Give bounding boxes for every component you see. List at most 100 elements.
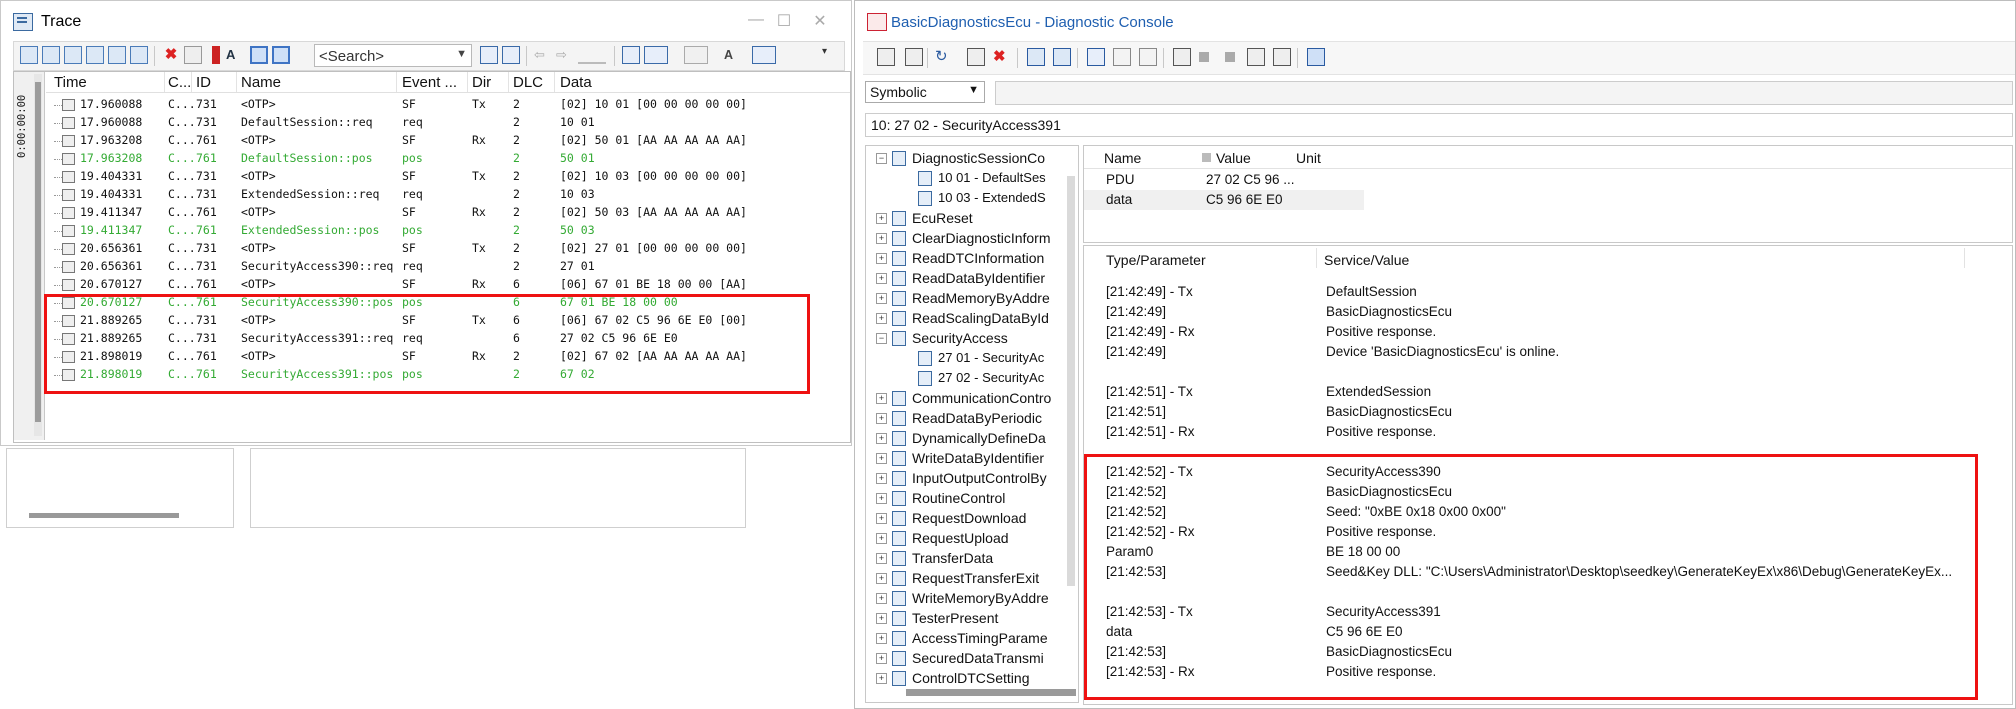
column-divider[interactable] bbox=[1964, 248, 1965, 268]
overflow-icon[interactable]: ▾ bbox=[822, 46, 840, 64]
col-event[interactable]: Event ... bbox=[402, 74, 457, 91]
param-col-unit[interactable]: Unit bbox=[1296, 150, 1321, 166]
document-sign-icon[interactable] bbox=[1139, 48, 1157, 66]
document-edit-icon[interactable] bbox=[1113, 48, 1131, 66]
find-next-icon[interactable] bbox=[502, 46, 520, 64]
col-data[interactable]: Data bbox=[560, 74, 592, 91]
marker-icon[interactable] bbox=[578, 46, 606, 64]
funnel-icon[interactable] bbox=[86, 46, 104, 64]
report-icon[interactable] bbox=[877, 48, 895, 66]
service-filter-field[interactable] bbox=[995, 81, 2013, 105]
expand-icon[interactable]: + bbox=[876, 433, 887, 444]
search-input[interactable]: <Search> ▼ bbox=[314, 44, 472, 67]
col-time[interactable]: Time bbox=[54, 74, 87, 91]
column-divider[interactable] bbox=[396, 72, 397, 92]
close-icon[interactable]: ✕ bbox=[809, 11, 831, 31]
expand-icon[interactable]: + bbox=[876, 413, 887, 424]
expand-icon[interactable]: + bbox=[876, 513, 887, 524]
column-divider[interactable] bbox=[467, 72, 468, 92]
folder-icon[interactable] bbox=[1307, 48, 1325, 66]
param-col-name[interactable]: Name bbox=[1104, 150, 1141, 166]
document-icon[interactable] bbox=[1087, 48, 1105, 66]
table-row[interactable]: 20.656361 C... 731 <OTP> SF Tx 2 [02] 27 01 [00… bbox=[46, 240, 850, 258]
refresh-icon[interactable]: ↻ bbox=[935, 48, 953, 66]
table-row[interactable]: 20.670127 C... 761 <OTP> SF Rx 6 [06] 67 01 BE … bbox=[46, 276, 850, 294]
clear-icon[interactable] bbox=[184, 46, 202, 64]
collapse-icon[interactable]: − bbox=[876, 153, 887, 164]
table-row[interactable]: 19.404331 C... 731 ExtendedSession::req req 2… bbox=[46, 186, 850, 204]
expand-icon[interactable]: + bbox=[876, 493, 887, 504]
table-row[interactable]: 17.960088 C... 731 <OTP> SF Tx 2 [02] 10 01 [00… bbox=[46, 96, 850, 114]
col-channel[interactable]: C... bbox=[168, 74, 191, 91]
expand-icon[interactable]: + bbox=[876, 473, 887, 484]
expand-icon[interactable]: + bbox=[876, 673, 887, 684]
toggle-detail-icon[interactable] bbox=[272, 46, 290, 64]
column-divider[interactable] bbox=[191, 72, 192, 92]
expand-icon[interactable]: + bbox=[876, 593, 887, 604]
minimize-icon[interactable]: — bbox=[745, 11, 767, 29]
expand-icon[interactable]: + bbox=[876, 393, 887, 404]
copy-icon[interactable] bbox=[622, 46, 640, 64]
mode-select[interactable]: Symbolic ▼ bbox=[865, 81, 985, 103]
expand-icon[interactable]: + bbox=[876, 293, 887, 304]
col-name[interactable]: Name bbox=[241, 74, 281, 91]
layout-icon[interactable] bbox=[644, 46, 668, 64]
chevron-down-icon[interactable]: ▼ bbox=[456, 48, 467, 60]
window-icon[interactable] bbox=[752, 46, 776, 64]
tree-horizontal-scrollbar[interactable] bbox=[906, 689, 1076, 696]
column-divider[interactable] bbox=[554, 72, 555, 92]
binoculars-icon[interactable] bbox=[130, 46, 148, 64]
expand-icon[interactable]: + bbox=[876, 573, 887, 584]
save-icon[interactable] bbox=[1027, 48, 1045, 66]
table-row[interactable]: 19.411347 C... 761 <OTP> SF Rx 2 [02] 50 03 [AA… bbox=[46, 204, 850, 222]
table-row[interactable]: 17.960088 C... 731 DefaultSession::req req 2 1… bbox=[46, 114, 850, 132]
time-mode-icon[interactable]: A bbox=[226, 46, 244, 64]
table-row[interactable]: 17.963208 C... 761 <OTP> SF Rx 2 [02] 50 01 [AA… bbox=[46, 132, 850, 150]
arrow-left-icon[interactable]: ⇦ bbox=[534, 46, 552, 64]
maximize-icon[interactable]: ☐ bbox=[773, 11, 795, 31]
expand-icon[interactable]: + bbox=[876, 253, 887, 264]
stop-icon[interactable] bbox=[1199, 52, 1209, 62]
font-size-icon[interactable]: A bbox=[724, 46, 742, 64]
col-id[interactable]: ID bbox=[196, 74, 211, 91]
table-row[interactable]: 17.963208 C... 761 DefaultSession::pos pos 2 5… bbox=[46, 150, 850, 168]
expand-icon[interactable]: + bbox=[876, 273, 887, 284]
delete-icon[interactable]: ✖ bbox=[993, 48, 1011, 66]
expand-icon[interactable]: + bbox=[876, 213, 887, 224]
camera-icon[interactable] bbox=[905, 48, 923, 66]
binoculars-icon[interactable] bbox=[1053, 48, 1071, 66]
column-divider[interactable] bbox=[236, 72, 237, 92]
filter-clear-icon[interactable] bbox=[64, 46, 82, 64]
column-divider[interactable] bbox=[1316, 248, 1317, 268]
table-row[interactable]: 19.404331 C... 731 <OTP> SF Tx 2 [02] 10 03 [00… bbox=[46, 168, 850, 186]
arrow-right-icon[interactable]: ⇨ bbox=[556, 46, 574, 64]
expand-icon[interactable]: + bbox=[876, 453, 887, 464]
card-x-icon[interactable] bbox=[1273, 48, 1291, 66]
expand-icon[interactable]: + bbox=[876, 553, 887, 564]
column-divider[interactable] bbox=[508, 72, 509, 92]
card-icon[interactable] bbox=[1247, 48, 1265, 66]
table-row[interactable]: 20.656361 C... 731 SecurityAccess390::req re… bbox=[46, 258, 850, 276]
col-dir[interactable]: Dir bbox=[472, 74, 491, 91]
delete-icon[interactable]: ✖ bbox=[162, 46, 180, 64]
execute-icon[interactable] bbox=[967, 48, 985, 66]
collapse-icon[interactable]: − bbox=[876, 333, 887, 344]
find-prev-icon[interactable] bbox=[480, 46, 498, 64]
trace-vertical-scrollbar[interactable] bbox=[34, 74, 42, 436]
request-path-field[interactable]: 10: 27 02 - SecurityAccess391 bbox=[865, 113, 2013, 137]
horizontal-scrollbar[interactable] bbox=[29, 513, 179, 518]
filter-icon[interactable] bbox=[20, 46, 38, 64]
disconnect-icon[interactable] bbox=[1225, 52, 1235, 62]
expand-icon[interactable]: + bbox=[876, 233, 887, 244]
expand-icon[interactable]: + bbox=[876, 613, 887, 624]
param-col-value[interactable]: Value bbox=[1216, 150, 1251, 166]
table-row[interactable]: 19.411347 C... 761 ExtendedSession::pos pos 2… bbox=[46, 222, 850, 240]
expand-icon[interactable]: + bbox=[876, 533, 887, 544]
funnel-edit-icon[interactable] bbox=[108, 46, 126, 64]
ecu-icon[interactable] bbox=[1173, 48, 1191, 66]
columns-icon[interactable] bbox=[684, 46, 708, 64]
expand-icon[interactable]: + bbox=[876, 633, 887, 644]
expand-icon[interactable]: + bbox=[876, 313, 887, 324]
column-divider[interactable] bbox=[164, 72, 165, 92]
filter-list-icon[interactable] bbox=[42, 46, 60, 64]
